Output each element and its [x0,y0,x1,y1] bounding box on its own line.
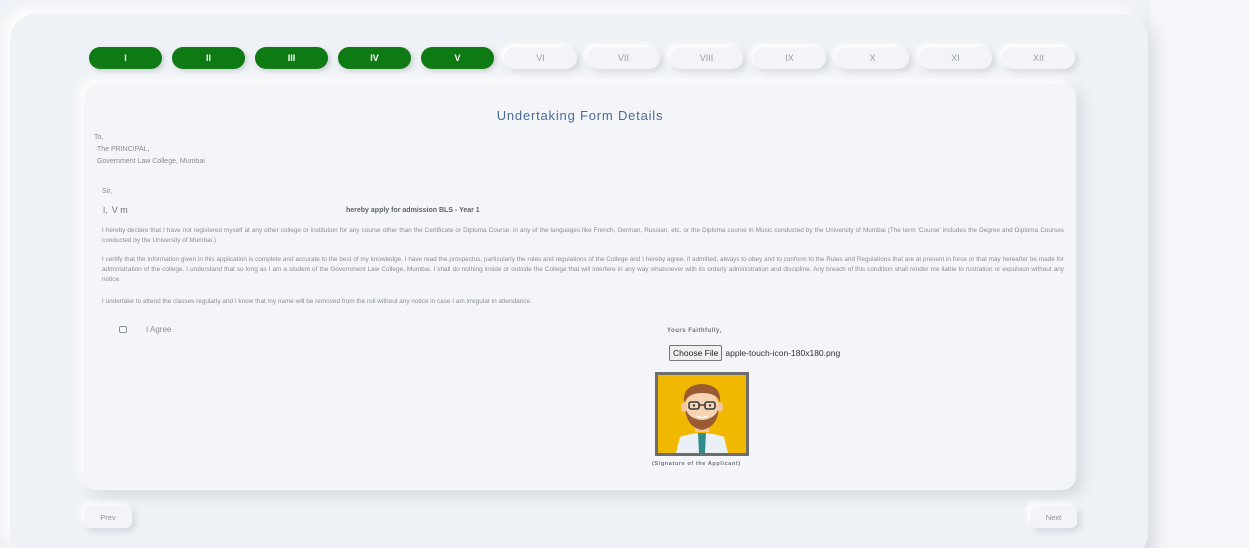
declaration-paragraph-2: I certify that the information given in … [102,256,1064,283]
step-1[interactable]: I [89,47,162,69]
choose-file-button[interactable]: Choose File [669,345,723,361]
address-block: To, The PRINCIPAL, Government Law Colleg… [94,132,205,168]
agree-checkbox[interactable] [119,326,127,333]
salutation: Sir, [102,188,113,195]
step-10[interactable]: X [836,47,909,69]
file-upload: Choose File apple-touch-icon-180x180.png [669,345,840,361]
right-panel [1150,0,1249,548]
declaration-paragraph-1: I hereby declare that I have not registe… [102,227,1064,244]
next-button[interactable]: Next [1030,506,1077,528]
step-6[interactable]: VI [504,47,577,69]
yours-faithfully: Yours Faithfully, [667,328,722,334]
prev-button[interactable]: Prev [84,506,132,528]
file-name: apple-touch-icon-180x180.png [725,348,841,358]
step-2[interactable]: II [172,47,245,69]
step-3[interactable]: III [255,47,328,69]
agree-label: I Agree [146,325,172,334]
address-line1: The PRINCIPAL, [97,146,150,153]
avatar-illustration-icon [658,375,746,453]
name-prefix: I, [103,206,108,215]
step-7[interactable]: VII [587,47,660,69]
form-title: Undertaking Form Details [496,108,664,123]
step-4[interactable]: IV [338,47,411,69]
applicant-name: V m [111,205,128,215]
step-5[interactable]: V [421,47,494,69]
agree-row: I Agree [119,325,171,334]
address-to: To, [94,134,104,141]
step-8[interactable]: VIII [670,47,743,69]
apply-text: hereby apply for admission BLS - Year 1 [346,207,480,214]
step-progress-bar: I II III IV V VI VII VIII IX X XI XII [89,47,1079,69]
step-12[interactable]: XII [1002,47,1075,69]
declaration-paragraph-3: I undertake to attend the classes regula… [102,298,532,305]
step-9[interactable]: IX [753,47,826,69]
address-line2: Government Law College, Mumbai [97,158,205,165]
step-11[interactable]: XI [919,47,992,69]
signature-preview-image [655,372,749,456]
signature-caption: (Signature of the Applicant) [652,461,741,467]
applicant-name-line: I, V m [103,205,128,215]
undertaking-form-card: Undertaking Form Details To, The PRINCIP… [84,84,1076,490]
